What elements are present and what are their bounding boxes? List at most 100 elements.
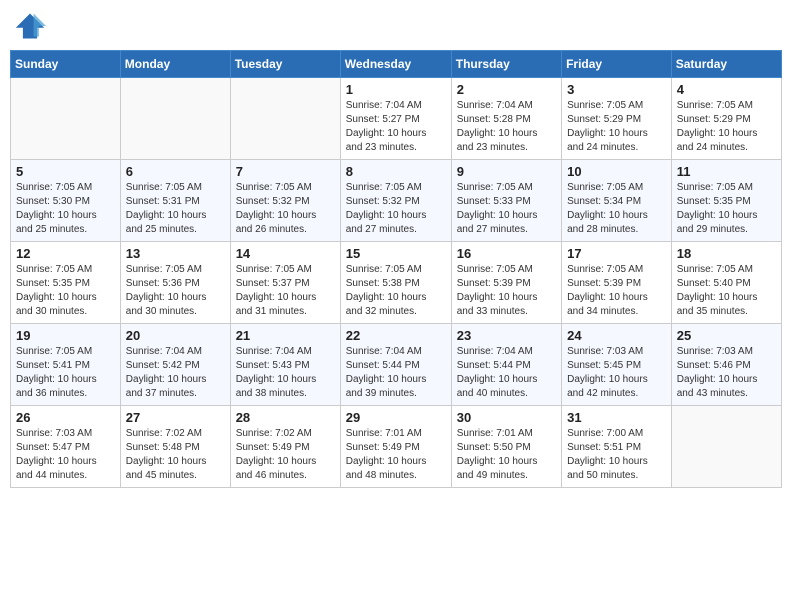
day-info: Sunrise: 7:02 AM Sunset: 5:48 PM Dayligh… xyxy=(126,427,225,483)
day-number: 2 xyxy=(457,82,556,97)
day-info: Sunrise: 7:04 AM Sunset: 5:43 PM Dayligh… xyxy=(236,345,335,401)
calendar-week-2: 5Sunrise: 7:05 AM Sunset: 5:30 PM Daylig… xyxy=(11,160,782,242)
calendar-cell: 10 Sunrise: 7:05 AM Sunset: 5:34 PM Dayli… xyxy=(562,160,672,242)
calendar-cell: 29 Sunrise: 7:01 AM Sunset: 5:49 PM Dayli… xyxy=(340,406,451,488)
day-info: Sunrise: 7:05 AM Sunset: 5:41 PM Dayligh… xyxy=(16,345,115,401)
day-number: 30 xyxy=(457,410,556,425)
calendar-cell: 18 Sunrise: 7:05 AM Sunset: 5:40 PM Dayli… xyxy=(671,242,781,324)
calendar-cell: 17Sunrise: 7:05 AM Sunset: 5:39 PM Dayli… xyxy=(562,242,672,324)
day-info: Sunrise: 7:02 AM Sunset: 5:49 PM Dayligh… xyxy=(236,427,335,483)
calendar-week-1: 1Sunrise: 7:04 AM Sunset: 5:27 PM Daylig… xyxy=(11,78,782,160)
day-info: Sunrise: 7:03 AM Sunset: 5:46 PM Dayligh… xyxy=(677,345,776,401)
day-number: 4 xyxy=(677,82,776,97)
day-number: 18 xyxy=(677,246,776,261)
day-number: 20 xyxy=(126,328,225,343)
day-number: 24 xyxy=(567,328,666,343)
day-info: Sunrise: 7:05 AM Sunset: 5:40 PM Dayligh… xyxy=(677,263,776,319)
day-number: 29 xyxy=(346,410,446,425)
day-number: 19 xyxy=(16,328,115,343)
page-header xyxy=(10,10,782,42)
calendar-cell xyxy=(230,78,340,160)
calendar-cell: 11Sunrise: 7:05 AM Sunset: 5:35 PM Dayli… xyxy=(671,160,781,242)
day-header-friday: Friday xyxy=(562,51,672,78)
day-number: 5 xyxy=(16,164,115,179)
calendar-cell: 28 Sunrise: 7:02 AM Sunset: 5:49 PM Dayli… xyxy=(230,406,340,488)
calendar-cell: 7 Sunrise: 7:05 AM Sunset: 5:32 PM Daylig… xyxy=(230,160,340,242)
day-info: Sunrise: 7:05 AM Sunset: 5:33 PM Dayligh… xyxy=(457,181,556,237)
day-info: Sunrise: 7:05 AM Sunset: 5:36 PM Dayligh… xyxy=(126,263,225,319)
calendar-week-3: 12 Sunrise: 7:05 AM Sunset: 5:35 PM Dayli… xyxy=(11,242,782,324)
day-info: Sunrise: 7:05 AM Sunset: 5:37 PM Dayligh… xyxy=(236,263,335,319)
calendar-cell: 15 Sunrise: 7:05 AM Sunset: 5:38 PM Dayli… xyxy=(340,242,451,324)
day-header-wednesday: Wednesday xyxy=(340,51,451,78)
day-info: Sunrise: 7:05 AM Sunset: 5:29 PM Dayligh… xyxy=(567,99,666,155)
day-info: Sunrise: 7:05 AM Sunset: 5:35 PM Dayligh… xyxy=(16,263,115,319)
calendar-cell: 8Sunrise: 7:05 AM Sunset: 5:32 PM Daylig… xyxy=(340,160,451,242)
calendar-cell: 2 Sunrise: 7:04 AM Sunset: 5:28 PM Daylig… xyxy=(451,78,561,160)
day-info: Sunrise: 7:04 AM Sunset: 5:44 PM Dayligh… xyxy=(346,345,446,401)
logo xyxy=(14,10,50,42)
day-info: Sunrise: 7:05 AM Sunset: 5:29 PM Dayligh… xyxy=(677,99,776,155)
calendar-cell: 20 Sunrise: 7:04 AM Sunset: 5:42 PM Dayli… xyxy=(120,324,230,406)
day-info: Sunrise: 7:00 AM Sunset: 5:51 PM Dayligh… xyxy=(567,427,666,483)
calendar-cell: 30 Sunrise: 7:01 AM Sunset: 5:50 PM Dayli… xyxy=(451,406,561,488)
day-header-sunday: Sunday xyxy=(11,51,121,78)
calendar-cell: 23 Sunrise: 7:04 AM Sunset: 5:44 PM Dayli… xyxy=(451,324,561,406)
day-number: 10 xyxy=(567,164,666,179)
calendar-cell: 27 Sunrise: 7:02 AM Sunset: 5:48 PM Dayli… xyxy=(120,406,230,488)
day-number: 28 xyxy=(236,410,335,425)
calendar-cell xyxy=(11,78,121,160)
calendar-cell: 6Sunrise: 7:05 AM Sunset: 5:31 PM Daylig… xyxy=(120,160,230,242)
calendar-table: SundayMondayTuesdayWednesdayThursdayFrid… xyxy=(10,50,782,488)
day-info: Sunrise: 7:03 AM Sunset: 5:47 PM Dayligh… xyxy=(16,427,115,483)
day-header-monday: Monday xyxy=(120,51,230,78)
day-header-saturday: Saturday xyxy=(671,51,781,78)
day-info: Sunrise: 7:05 AM Sunset: 5:35 PM Dayligh… xyxy=(677,181,776,237)
day-number: 6 xyxy=(126,164,225,179)
calendar-cell: 21 Sunrise: 7:04 AM Sunset: 5:43 PM Dayli… xyxy=(230,324,340,406)
calendar-cell: 12 Sunrise: 7:05 AM Sunset: 5:35 PM Dayli… xyxy=(11,242,121,324)
day-number: 26 xyxy=(16,410,115,425)
day-number: 1 xyxy=(346,82,446,97)
day-info: Sunrise: 7:05 AM Sunset: 5:38 PM Dayligh… xyxy=(346,263,446,319)
day-number: 31 xyxy=(567,410,666,425)
day-info: Sunrise: 7:04 AM Sunset: 5:44 PM Dayligh… xyxy=(457,345,556,401)
day-info: Sunrise: 7:05 AM Sunset: 5:32 PM Dayligh… xyxy=(236,181,335,237)
day-number: 27 xyxy=(126,410,225,425)
day-number: 8 xyxy=(346,164,446,179)
logo-icon xyxy=(14,10,46,42)
day-info: Sunrise: 7:05 AM Sunset: 5:39 PM Dayligh… xyxy=(567,263,666,319)
calendar-week-5: 26 Sunrise: 7:03 AM Sunset: 5:47 PM Dayli… xyxy=(11,406,782,488)
day-number: 22 xyxy=(346,328,446,343)
day-info: Sunrise: 7:01 AM Sunset: 5:50 PM Dayligh… xyxy=(457,427,556,483)
calendar-cell: 26 Sunrise: 7:03 AM Sunset: 5:47 PM Dayli… xyxy=(11,406,121,488)
calendar-week-4: 19 Sunrise: 7:05 AM Sunset: 5:41 PM Dayli… xyxy=(11,324,782,406)
day-info: Sunrise: 7:05 AM Sunset: 5:34 PM Dayligh… xyxy=(567,181,666,237)
calendar-cell: 5Sunrise: 7:05 AM Sunset: 5:30 PM Daylig… xyxy=(11,160,121,242)
calendar-cell xyxy=(671,406,781,488)
calendar-cell: 9Sunrise: 7:05 AM Sunset: 5:33 PM Daylig… xyxy=(451,160,561,242)
day-number: 7 xyxy=(236,164,335,179)
calendar-cell xyxy=(120,78,230,160)
calendar-cell: 3Sunrise: 7:05 AM Sunset: 5:29 PM Daylig… xyxy=(562,78,672,160)
day-info: Sunrise: 7:03 AM Sunset: 5:45 PM Dayligh… xyxy=(567,345,666,401)
calendar-cell: 24 Sunrise: 7:03 AM Sunset: 5:45 PM Dayli… xyxy=(562,324,672,406)
day-number: 16 xyxy=(457,246,556,261)
calendar-cell: 4 Sunrise: 7:05 AM Sunset: 5:29 PM Daylig… xyxy=(671,78,781,160)
calendar-cell: 16 Sunrise: 7:05 AM Sunset: 5:39 PM Dayli… xyxy=(451,242,561,324)
day-info: Sunrise: 7:04 AM Sunset: 5:42 PM Dayligh… xyxy=(126,345,225,401)
calendar-cell: 22 Sunrise: 7:04 AM Sunset: 5:44 PM Dayli… xyxy=(340,324,451,406)
day-number: 23 xyxy=(457,328,556,343)
day-number: 15 xyxy=(346,246,446,261)
calendar-cell: 25Sunrise: 7:03 AM Sunset: 5:46 PM Dayli… xyxy=(671,324,781,406)
calendar-cell: 31 Sunrise: 7:00 AM Sunset: 5:51 PM Dayli… xyxy=(562,406,672,488)
day-info: Sunrise: 7:04 AM Sunset: 5:28 PM Dayligh… xyxy=(457,99,556,155)
day-info: Sunrise: 7:01 AM Sunset: 5:49 PM Dayligh… xyxy=(346,427,446,483)
calendar-cell: 14Sunrise: 7:05 AM Sunset: 5:37 PM Dayli… xyxy=(230,242,340,324)
day-info: Sunrise: 7:05 AM Sunset: 5:39 PM Dayligh… xyxy=(457,263,556,319)
day-number: 12 xyxy=(16,246,115,261)
calendar-cell: 13Sunrise: 7:05 AM Sunset: 5:36 PM Dayli… xyxy=(120,242,230,324)
day-number: 21 xyxy=(236,328,335,343)
calendar-cell: 1Sunrise: 7:04 AM Sunset: 5:27 PM Daylig… xyxy=(340,78,451,160)
days-header-row: SundayMondayTuesdayWednesdayThursdayFrid… xyxy=(11,51,782,78)
